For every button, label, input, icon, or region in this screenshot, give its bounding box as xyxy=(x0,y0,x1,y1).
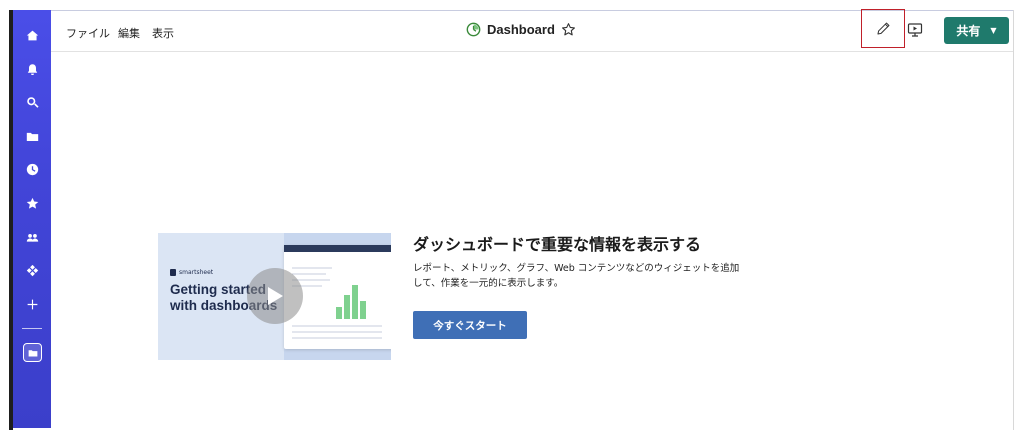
plus-icon[interactable] xyxy=(13,293,51,315)
preview-header-bar xyxy=(284,245,391,252)
logo-text: smartsheet xyxy=(179,269,214,276)
search-icon[interactable] xyxy=(13,91,51,113)
menu-view[interactable]: 表示 xyxy=(152,25,174,41)
dashboard-icon xyxy=(466,22,481,37)
get-started-button[interactable]: 今すぐスタート xyxy=(413,311,527,339)
preview-bar xyxy=(352,285,358,319)
bell-icon[interactable] xyxy=(13,58,51,80)
favorite-star-icon[interactable] xyxy=(561,22,576,37)
title-area: Dashboard xyxy=(466,22,576,37)
hero-description: レポート、メトリック、グラフ、Web コンテンツなどのウィジェットを追加して、作… xyxy=(413,263,740,289)
star-icon[interactable] xyxy=(13,192,51,214)
video-thumbnail[interactable]: smartsheet Getting started with dashboar… xyxy=(158,233,391,360)
preview-row xyxy=(292,331,382,333)
preview-row xyxy=(292,337,382,339)
folder-icon[interactable] xyxy=(13,125,51,147)
preview-bar xyxy=(344,295,350,319)
play-button[interactable] xyxy=(247,268,303,324)
sidebar-divider xyxy=(22,328,42,329)
workspace-icon[interactable] xyxy=(23,343,42,362)
clock-icon[interactable] xyxy=(13,158,51,180)
menu-file[interactable]: ファイル xyxy=(66,25,110,41)
pencil-icon xyxy=(876,22,889,35)
people-icon[interactable] xyxy=(13,226,51,248)
share-button[interactable]: 共有 ▼ xyxy=(944,17,1009,44)
hero-headline: ダッシュボードで重要な情報を表示する xyxy=(413,235,702,254)
home-icon[interactable] xyxy=(13,24,51,46)
edit-button[interactable] xyxy=(861,9,905,48)
play-icon xyxy=(268,287,283,305)
preview-bar xyxy=(360,301,366,319)
page-title: Dashboard xyxy=(487,22,555,37)
preview-row xyxy=(292,273,326,275)
chevron-down-icon: ▼ xyxy=(990,26,997,35)
apps-icon[interactable] xyxy=(13,259,51,281)
present-icon[interactable] xyxy=(907,22,923,38)
preview-row xyxy=(292,267,332,269)
share-label: 共有 xyxy=(956,24,981,38)
top-bar: ファイル 編集 表示 Dashboard 共有 ▼ xyxy=(51,9,1013,52)
smartsheet-logo: smartsheet xyxy=(170,269,213,276)
preview-chart xyxy=(334,275,374,319)
smartsheet-logo-icon xyxy=(170,269,176,276)
sidebar xyxy=(13,10,51,428)
menu-edit[interactable]: 編集 xyxy=(118,25,140,41)
window-right-edge xyxy=(1013,10,1014,430)
app-window: ファイル 編集 表示 Dashboard 共有 ▼ smartsheet Get… xyxy=(0,0,1024,446)
preview-row xyxy=(292,325,382,327)
preview-bar xyxy=(336,307,342,319)
